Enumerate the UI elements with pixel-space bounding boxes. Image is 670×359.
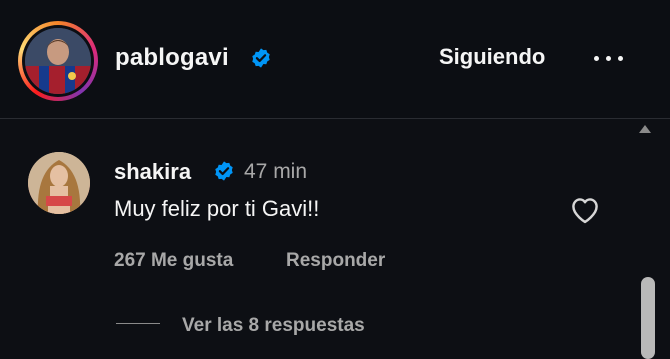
avatar-image	[25, 28, 91, 94]
verified-badge-icon	[252, 48, 270, 68]
following-button[interactable]: Siguiendo	[439, 44, 545, 70]
replies-divider	[116, 323, 160, 324]
scrollbar-thumb[interactable]	[641, 277, 655, 359]
more-options-icon[interactable]	[592, 46, 628, 70]
scroll-up-arrow-icon[interactable]	[639, 125, 651, 133]
post-header: pablogavi Siguiendo	[0, 0, 670, 119]
comment-author[interactable]: shakira	[114, 159, 191, 185]
comment: shakira 47 min Muy feliz por ti Gavi!! 2…	[0, 119, 670, 359]
username[interactable]: pablogavi	[115, 44, 229, 72]
comment-author-avatar[interactable]	[28, 152, 90, 214]
heart-icon[interactable]	[568, 194, 602, 224]
view-replies-button[interactable]: Ver las 8 respuestas	[182, 315, 365, 337]
reply-button[interactable]: Responder	[286, 250, 385, 272]
verified-badge-icon	[215, 161, 233, 181]
comment-likes-count[interactable]: 267 Me gusta	[114, 250, 233, 272]
comment-timestamp[interactable]: 47 min	[244, 160, 307, 184]
comment-text: Muy feliz por ti Gavi!!	[114, 196, 320, 221]
profile-avatar[interactable]	[18, 21, 98, 101]
